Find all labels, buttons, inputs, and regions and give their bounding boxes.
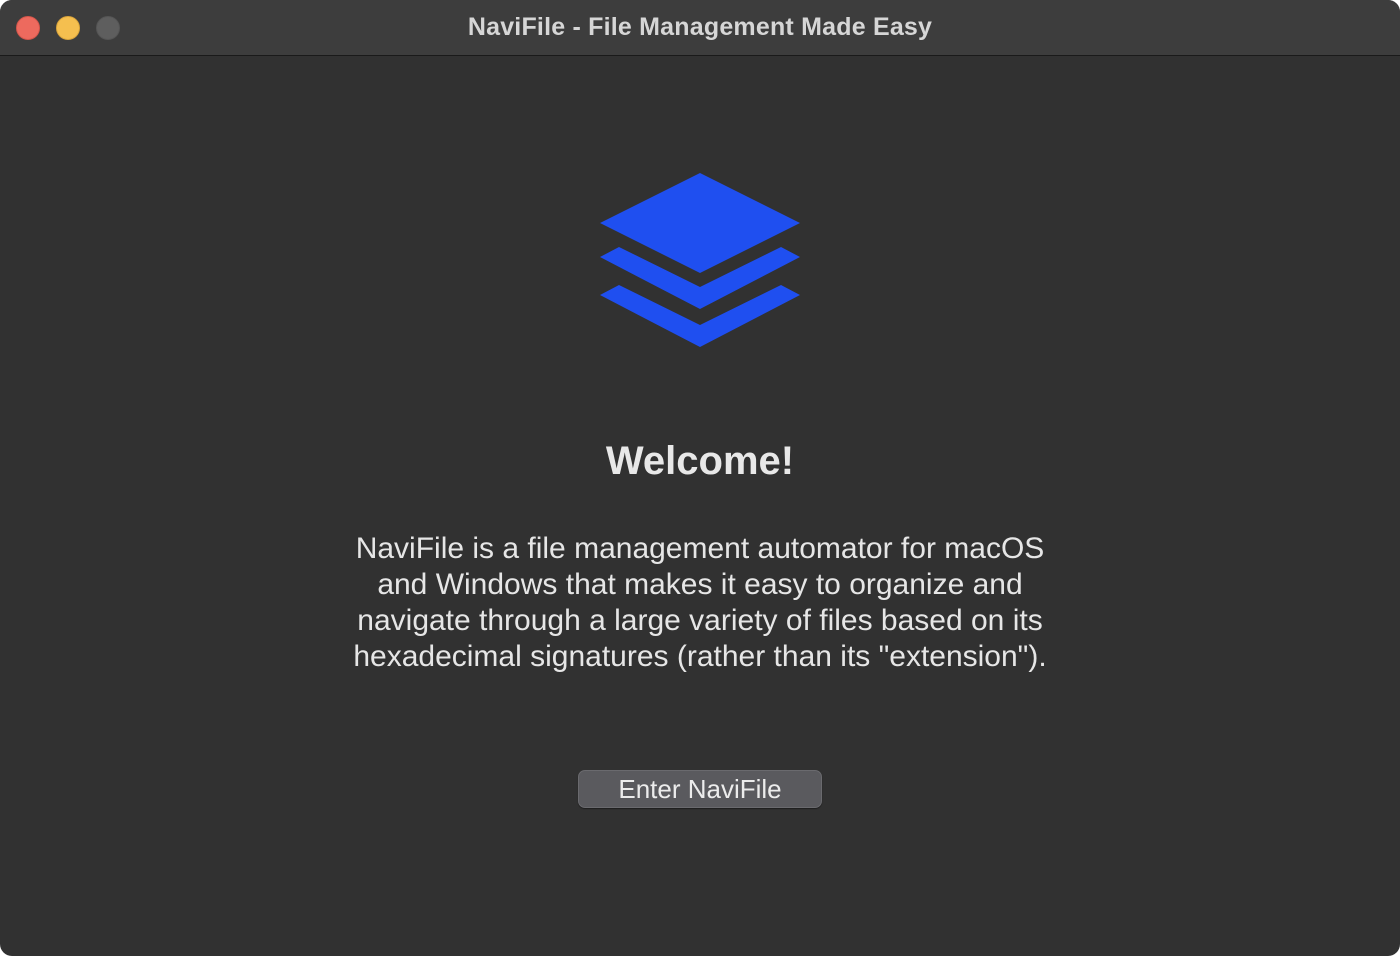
enter-navifile-button[interactable]: Enter NaviFile: [578, 770, 822, 808]
window-title: NaviFile - File Management Made Easy: [467, 13, 933, 41]
layers-stack-icon: [600, 173, 800, 347]
welcome-screen: Welcome! NaviFile is a file management a…: [0, 57, 1400, 956]
welcome-heading: Welcome!: [605, 439, 795, 483]
description-line: hexadecimal signatures (rather than its …: [353, 640, 1047, 673]
welcome-description: NaviFile is a file management automator …: [300, 531, 1100, 675]
description-line: NaviFile is a file management automator …: [355, 532, 1045, 565]
description-line: navigate through a large variety of file…: [357, 604, 1043, 637]
title-bar[interactable]: NaviFile - File Management Made Easy: [0, 0, 1400, 56]
app-window: NaviFile - File Management Made Easy Wel…: [0, 0, 1400, 956]
description-line: and Windows that makes it easy to organi…: [377, 568, 1023, 601]
